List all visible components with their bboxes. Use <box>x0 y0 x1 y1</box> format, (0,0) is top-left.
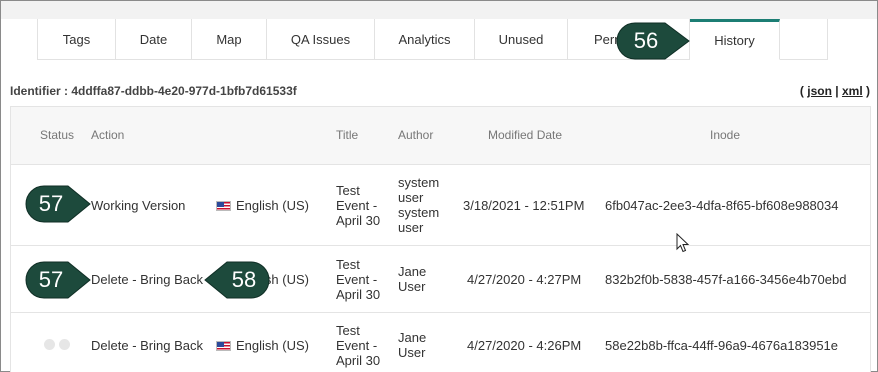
top-bar <box>1 1 877 19</box>
row-action[interactable]: Delete - Bring Back <box>91 272 203 287</box>
tab-map[interactable]: Map <box>192 19 267 60</box>
row-modified-date: 4/27/2020 - 4:26PM <box>467 338 582 353</box>
author-line: Jane <box>398 330 427 345</box>
callout-number: 57 <box>38 267 64 292</box>
author-line: user <box>398 190 424 205</box>
row-inode: 6fb047ac-2ee3-4dfa-8f65-bf608e988034 <box>605 198 839 213</box>
history-table: Status Action Title Author Modified Date… <box>10 106 871 372</box>
callout-57: 57 <box>24 260 94 300</box>
row-inode: 832b2f0b-5838-457f-a166-3456e4b70ebd <box>605 272 847 287</box>
tab-label: History <box>714 33 755 48</box>
tab-date[interactable]: Date <box>116 19 192 60</box>
tab-label: Analytics <box>398 31 451 47</box>
identifier-value: 4ddffa87-ddbb-4e20-977d-1bfb7d61533f <box>71 84 297 98</box>
us-flag-icon <box>216 341 231 351</box>
json-link[interactable]: json <box>807 84 832 98</box>
tab-label: Map <box>216 31 242 47</box>
table-header: Status Action Title Author Modified Date… <box>11 107 870 165</box>
us-flag-icon <box>216 201 231 211</box>
title-line: Event - <box>336 198 378 213</box>
header-action: Action <box>91 128 125 142</box>
title-line: April 30 <box>336 287 381 302</box>
status-dot-icon <box>44 339 55 350</box>
row-language: English (US) <box>216 198 309 213</box>
row-author: Jane User <box>398 264 426 294</box>
row-modified-date: 3/18/2021 - 12:51PM <box>463 198 585 213</box>
row-inode: 58e22b8b-ffca-44ff-96a9-4676a183951e <box>605 338 839 353</box>
language-label: English (US) <box>236 338 309 353</box>
author-line: user <box>398 220 424 235</box>
table-row[interactable]: Working Version English (US) Test Event … <box>11 165 870 246</box>
status-dot-icon <box>59 339 70 350</box>
author-line: User <box>398 345 426 360</box>
title-line: April 30 <box>336 213 381 228</box>
table-row[interactable]: Delete - Bring Back English (US) Test Ev… <box>11 246 870 313</box>
tab-label: Tags <box>62 31 91 47</box>
header-title: Title <box>336 128 359 142</box>
header-inode: Inode <box>710 128 741 142</box>
xml-link[interactable]: xml <box>842 84 863 98</box>
author-line: system <box>398 175 440 190</box>
row-action[interactable]: Working Version <box>91 198 185 213</box>
callout-number: 58 <box>231 267 257 292</box>
row-title: Test Event - April 30 <box>336 183 380 228</box>
tab-label: Date <box>139 31 168 47</box>
row-modified-date: 4/27/2020 - 4:27PM <box>467 272 582 287</box>
author-line: Jane <box>398 264 427 279</box>
tab-bar: Tags Date Map QA Issues Analytics Unused… <box>37 19 828 60</box>
export-close-paren: ) <box>866 84 870 98</box>
export-links: ( json | xml ) <box>800 84 870 98</box>
callout-57: 57 <box>24 184 94 224</box>
row-language: English (US) <box>216 338 309 353</box>
author-line: system <box>398 205 440 220</box>
status-indicator <box>44 339 70 350</box>
tab-tags[interactable]: Tags <box>38 19 116 60</box>
row-author: system user system user <box>398 175 439 235</box>
tab-filler <box>780 19 828 60</box>
row-title: Test Event - April 30 <box>336 323 380 368</box>
row-action[interactable]: Delete - Bring Back <box>91 338 203 353</box>
callout-number: 56 <box>633 28 659 53</box>
language-label: English (US) <box>236 198 309 213</box>
title-line: Test <box>336 323 360 338</box>
table-row[interactable]: Delete - Bring Back English (US) Test Ev… <box>11 313 870 372</box>
tab-unused[interactable]: Unused <box>475 19 568 60</box>
header-author: Author <box>398 128 434 142</box>
title-line: Test <box>336 257 360 272</box>
header-modified-date: Modified Date <box>488 128 563 142</box>
tab-label: Unused <box>498 31 544 47</box>
callout-58: 58 <box>201 260 271 300</box>
title-line: Test <box>336 183 360 198</box>
tab-analytics[interactable]: Analytics <box>375 19 475 60</box>
row-title: Test Event - April 30 <box>336 257 380 302</box>
callout-number: 57 <box>38 191 64 216</box>
identifier-label: Identifier : <box>10 84 72 98</box>
mouse-cursor-icon <box>676 233 690 253</box>
author-line: User <box>398 279 426 294</box>
title-line: Event - <box>336 272 378 287</box>
identifier-row: Identifier : 4ddffa87-ddbb-4e20-977d-1bf… <box>10 84 870 98</box>
title-line: April 30 <box>336 353 381 368</box>
header-status: Status <box>40 128 75 142</box>
callout-56: 56 <box>615 21 693 61</box>
row-author: Jane User <box>398 330 426 360</box>
export-separator: | <box>835 84 839 98</box>
tab-label: QA Issues <box>290 31 351 47</box>
tab-history[interactable]: History <box>690 19 780 60</box>
tab-qa-issues[interactable]: QA Issues <box>267 19 375 60</box>
export-open-paren: ( <box>799 84 804 98</box>
title-line: Event - <box>336 338 378 353</box>
